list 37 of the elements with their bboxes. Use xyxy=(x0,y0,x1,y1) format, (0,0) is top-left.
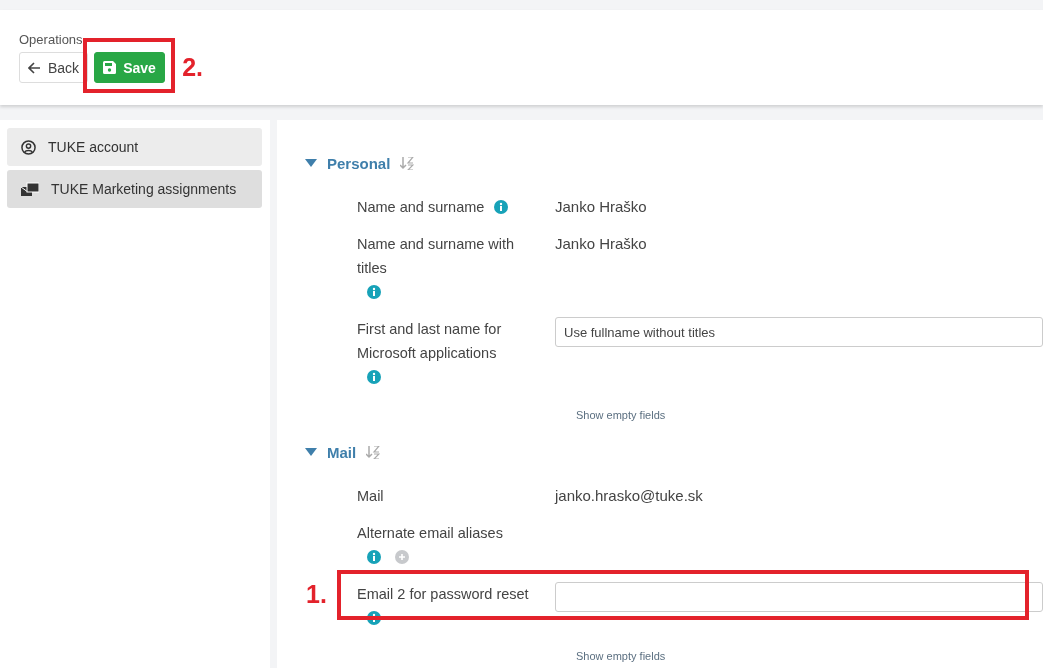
field-label: Email 2 for password reset xyxy=(357,585,529,604)
info-icon[interactable] xyxy=(367,370,381,384)
sidebar-item-label: TUKE account xyxy=(48,139,139,155)
sidebar-item-label: TUKE Marketing assignments xyxy=(51,181,237,197)
sidebar-item[interactable]: TUKE account xyxy=(7,128,262,166)
field-value: janko.hrasko@tuke.sk xyxy=(555,486,703,506)
sort-icon[interactable] xyxy=(366,445,381,459)
field-label: Name and surname xyxy=(357,198,485,217)
section-title[interactable]: Mail xyxy=(327,443,357,461)
user-circle-icon xyxy=(21,139,36,155)
plus-icon[interactable] xyxy=(395,550,409,564)
sidebar-item[interactable]: TUKE Marketing assignments xyxy=(7,170,262,208)
input-field[interactable] xyxy=(555,582,1043,612)
annotation-number: 2. xyxy=(182,53,203,82)
caret-icon[interactable] xyxy=(305,448,317,456)
info-icon[interactable] xyxy=(367,285,381,299)
envelope-card-icon xyxy=(21,182,39,196)
show-empty-fields-link[interactable]: Show empty fields xyxy=(576,650,666,662)
annotation-number: 1. xyxy=(306,580,327,609)
field-value: Janko Hraško xyxy=(555,234,647,254)
show-empty-fields-link[interactable]: Show empty fields xyxy=(576,409,666,421)
save-button[interactable]: Save xyxy=(94,52,165,83)
info-icon[interactable] xyxy=(367,550,381,564)
field-label: Mail xyxy=(357,487,384,506)
section-title[interactable]: Personal xyxy=(327,154,391,172)
back-button[interactable]: Back xyxy=(19,52,89,83)
arrow-left-icon xyxy=(28,61,41,74)
field-value: Janko Hraško xyxy=(555,197,647,217)
select-field[interactable]: Use fullname without titles xyxy=(555,317,1043,347)
caret-icon[interactable] xyxy=(305,159,317,167)
operations-caption: Operations xyxy=(19,32,84,47)
info-icon[interactable] xyxy=(494,200,509,214)
field-label: Alternate email aliases xyxy=(357,524,503,543)
sort-icon[interactable] xyxy=(400,156,415,170)
field-label: Name and surname with titles xyxy=(357,235,516,278)
info-icon[interactable] xyxy=(367,611,381,625)
field-label: First and last name for Microsoft applications xyxy=(357,320,503,363)
